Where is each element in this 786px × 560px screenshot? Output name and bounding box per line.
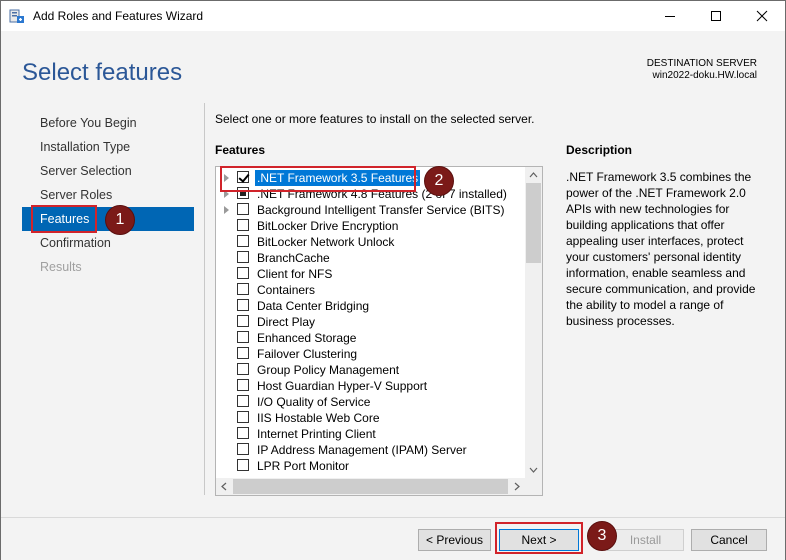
scroll-left-icon[interactable]: [216, 478, 232, 495]
close-icon: [756, 10, 768, 22]
feature-label: Direct Play: [257, 315, 316, 329]
cancel-button[interactable]: Cancel: [691, 529, 767, 551]
feature-row[interactable]: I/O Quality of Service: [216, 394, 522, 410]
feature-row[interactable]: Containers: [216, 282, 522, 298]
window-title: Add Roles and Features Wizard: [33, 9, 204, 23]
feature-label: I/O Quality of Service: [257, 395, 371, 409]
feature-checkbox[interactable]: [237, 427, 249, 439]
feature-row[interactable]: Client for NFS: [216, 266, 522, 282]
feature-checkbox[interactable]: [237, 459, 249, 471]
title-bar: Add Roles and Features Wizard: [1, 1, 785, 31]
destination-server-info: DESTINATION SERVER win2022-doku.HW.local: [647, 58, 757, 82]
feature-row[interactable]: BitLocker Network Unlock: [216, 234, 522, 250]
wizard-nav: Before You Begin Installation Type Serve…: [22, 111, 194, 279]
feature-checkbox[interactable]: [237, 443, 249, 455]
horizontal-scrollbar[interactable]: [216, 478, 525, 495]
nav-item-server-selection[interactable]: Server Selection: [22, 159, 194, 183]
feature-label: BranchCache: [257, 251, 330, 265]
feature-checkbox[interactable]: [237, 299, 249, 311]
feature-label: BitLocker Drive Encryption: [257, 219, 399, 233]
feature-label: Data Center Bridging: [257, 299, 370, 313]
description-heading: Description: [566, 143, 633, 157]
previous-button[interactable]: < Previous: [418, 529, 491, 551]
minimize-icon: [665, 16, 675, 17]
feature-label: Host Guardian Hyper-V Support: [257, 379, 428, 393]
callout-badge-3: 3: [587, 521, 617, 551]
feature-checkbox[interactable]: [237, 219, 249, 231]
callout-badge-1: 1: [105, 205, 135, 235]
feature-checkbox[interactable]: [237, 203, 249, 215]
minimize-button[interactable]: [647, 1, 693, 31]
feature-checkbox[interactable]: [237, 235, 249, 247]
callout-badge-2: 2: [424, 166, 454, 196]
scroll-up-icon[interactable]: [525, 167, 542, 183]
destination-label: DESTINATION SERVER: [646, 58, 757, 69]
feature-label: Background Intelligent Transfer Service …: [257, 203, 505, 217]
nav-divider: [204, 103, 205, 495]
feature-row[interactable]: Enhanced Storage: [216, 330, 522, 346]
callout-box-features: [31, 205, 97, 233]
wizard-footer: < Previous Next > Install Cancel: [1, 517, 785, 560]
instruction-text: Select one or more features to install o…: [215, 112, 535, 126]
close-button[interactable]: [739, 1, 785, 31]
feature-checkbox[interactable]: [237, 411, 249, 423]
scroll-corner: [525, 478, 542, 495]
feature-checkbox[interactable]: [237, 395, 249, 407]
feature-row[interactable]: IP Address Management (IPAM) Server: [216, 442, 522, 458]
feature-row[interactable]: IIS Hostable Web Core: [216, 410, 522, 426]
feature-row[interactable]: Host Guardian Hyper-V Support: [216, 378, 522, 394]
feature-label: Enhanced Storage: [257, 331, 357, 345]
feature-label: Containers: [257, 283, 316, 297]
maximize-icon: [711, 11, 721, 21]
hscroll-thumb[interactable]: [233, 479, 508, 494]
feature-checkbox[interactable]: [237, 283, 249, 295]
feature-row[interactable]: Internet Printing Client: [216, 426, 522, 442]
feature-checkbox[interactable]: [237, 347, 249, 359]
feature-row[interactable]: Failover Clustering: [216, 346, 522, 362]
callout-box-next: [495, 522, 583, 554]
page-title: Select features: [22, 59, 183, 86]
feature-row[interactable]: Direct Play: [216, 314, 522, 330]
features-heading: Features: [215, 143, 266, 157]
nav-item-confirmation[interactable]: Confirmation: [22, 231, 194, 255]
nav-item-server-roles[interactable]: Server Roles: [22, 183, 194, 207]
server-manager-icon: [9, 8, 25, 24]
feature-label: Internet Printing Client: [257, 427, 376, 441]
feature-row[interactable]: Group Policy Management: [216, 362, 522, 378]
feature-label: Group Policy Management: [257, 363, 400, 377]
feature-checkbox[interactable]: [237, 251, 249, 263]
feature-checkbox[interactable]: [237, 363, 249, 375]
scroll-thumb[interactable]: [526, 183, 541, 263]
destination-server-name: win2022-doku.HW.local: [652, 70, 758, 81]
feature-row[interactable]: Background Intelligent Transfer Service …: [216, 202, 522, 218]
maximize-button[interactable]: [693, 1, 739, 31]
feature-checkbox[interactable]: [237, 379, 249, 391]
scroll-right-icon[interactable]: [509, 478, 525, 495]
wizard-window: Add Roles and Features Wizard Select fea…: [0, 0, 786, 560]
callout-box-net35: [220, 166, 416, 192]
scroll-down-icon[interactable]: [525, 462, 542, 478]
nav-item-before-you-begin[interactable]: Before You Begin: [22, 111, 194, 135]
feature-checkbox[interactable]: [237, 267, 249, 279]
feature-row[interactable]: LPR Port Monitor: [216, 458, 522, 474]
nav-item-installation-type[interactable]: Installation Type: [22, 135, 194, 159]
features-tree[interactable]: .NET Framework 3.5 Features .NET Framewor…: [215, 166, 543, 496]
feature-label: Client for NFS: [257, 267, 333, 281]
feature-label: Failover Clustering: [257, 347, 358, 361]
feature-row[interactable]: Data Center Bridging: [216, 298, 522, 314]
expand-arrow-icon[interactable]: [224, 206, 229, 214]
feature-row[interactable]: BitLocker Drive Encryption: [216, 218, 522, 234]
feature-checkbox[interactable]: [237, 315, 249, 327]
install-button: Install: [607, 529, 684, 551]
wizard-header: Select features DESTINATION SERVER win20…: [1, 31, 785, 103]
feature-checkbox[interactable]: [237, 331, 249, 343]
feature-label: LPR Port Monitor: [257, 459, 350, 473]
vertical-scrollbar[interactable]: [525, 167, 542, 478]
feature-row[interactable]: BranchCache: [216, 250, 522, 266]
feature-label: IIS Hostable Web Core: [257, 411, 380, 425]
feature-label: IP Address Management (IPAM) Server: [257, 443, 467, 457]
description-text: .NET Framework 3.5 combines the power of…: [566, 170, 756, 328]
feature-label: BitLocker Network Unlock: [257, 235, 395, 249]
nav-item-results: Results: [40, 260, 82, 274]
